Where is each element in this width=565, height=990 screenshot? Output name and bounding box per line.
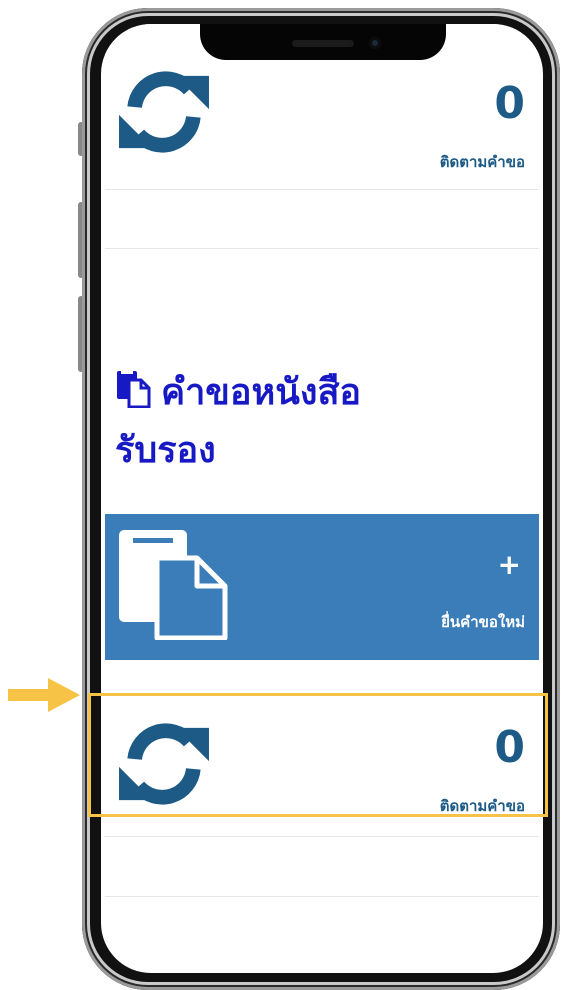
sync-icon [119, 71, 209, 153]
top-tracking-label: ติดตามคำขอ [439, 153, 525, 171]
divider [105, 248, 539, 249]
document-copy-icon [119, 530, 228, 640]
plus-icon: + [497, 548, 521, 581]
phone-screen: 0 ติดตามคำขอ คำขอหนังสือ รับรอง + ยื่นคำ… [101, 24, 543, 973]
divider [105, 189, 539, 190]
arrow-right-icon [8, 678, 80, 712]
section-title-line2: รับรอง [115, 430, 216, 471]
document-copy-icon [117, 370, 151, 408]
section-title-line1: คำขอหนังสือ [161, 372, 362, 413]
section-title: คำขอหนังสือ รับรอง [115, 364, 445, 480]
divider [105, 896, 539, 897]
front-camera [369, 37, 381, 49]
new-request-label: ยื่นคำขอใหม่ [441, 613, 525, 631]
divider [105, 836, 539, 837]
phone-speaker [292, 40, 354, 47]
top-tracking-count: 0 [494, 78, 525, 129]
new-request-button[interactable]: + ยื่นคำขอใหม่ [105, 514, 539, 660]
highlight-box [88, 693, 548, 817]
